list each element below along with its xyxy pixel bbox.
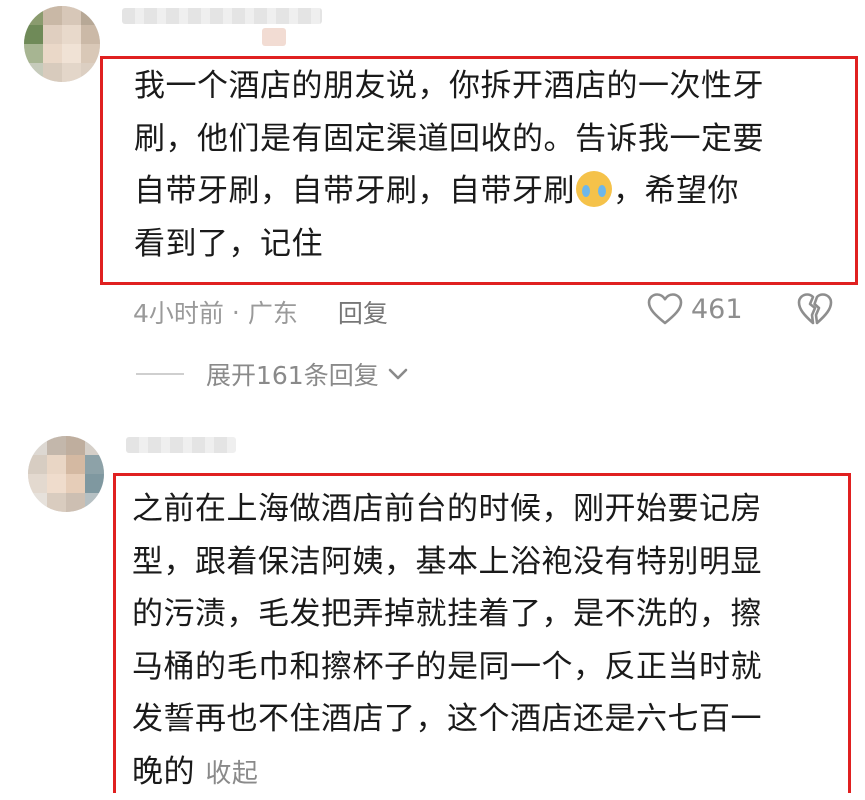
avatar[interactable] [28, 436, 104, 512]
comment-line: 看到了，记住 [134, 218, 849, 271]
expand-replies[interactable]: 展开161条回复 [136, 356, 409, 392]
comment-line: 晚的 收起 [132, 746, 847, 800]
crying-face-emoji-icon [576, 171, 612, 207]
like-button[interactable]: 461 [647, 292, 743, 326]
comment-text: 之前在上海做酒店前台的时候，刚开始要记房 型，跟着保洁阿姨，基本上浴袍没有特别明… [132, 483, 847, 800]
collapse-link[interactable]: 收起 [205, 759, 258, 789]
comment-line: 刷，他们是有固定渠道回收的。告诉我一定要 [134, 113, 849, 166]
reply-button[interactable]: 回复 [338, 294, 388, 330]
comment-meta: 4小时前 · 广东 回复 [133, 294, 388, 330]
broken-heart-icon [797, 292, 833, 326]
user-badge-blurred [262, 28, 286, 46]
chevron-down-icon [387, 367, 409, 381]
comment-line: 的污渍，毛发把弄掉就挂着了，是不洗的，擦 [132, 588, 847, 641]
location: 广东 [248, 294, 298, 330]
separator: · [232, 298, 240, 327]
comment-line: 型，跟着保洁阿姨，基本上浴袍没有特别明显 [132, 536, 847, 589]
username-blurred[interactable] [122, 8, 322, 24]
comment-line: 自带牙刷，自带牙刷，自带牙刷 ，希望你 [134, 165, 849, 218]
username-blurred[interactable] [126, 437, 236, 453]
comment-line: 之前在上海做酒店前台的时候，刚开始要记房 [132, 483, 847, 536]
like-count: 461 [691, 294, 743, 325]
divider-line [136, 373, 184, 375]
comment-line: 我一个酒店的朋友说，你拆开酒店的一次性牙 [134, 60, 849, 113]
heart-outline-icon [647, 292, 683, 326]
comment-line-part: 自带牙刷，自带牙刷，自带牙刷 [134, 173, 575, 209]
comment-line-part: ，希望你 [613, 173, 739, 209]
comment-line: 发誓再也不住酒店了，这个酒店还是六七百一 [132, 693, 847, 746]
timestamp: 4小时前 [133, 294, 224, 330]
avatar[interactable] [24, 6, 100, 82]
comment-text: 我一个酒店的朋友说，你拆开酒店的一次性牙 刷，他们是有固定渠道回收的。告诉我一定… [134, 60, 849, 270]
dislike-button[interactable] [797, 292, 833, 330]
comment-line-part: 晚的 [132, 754, 195, 790]
comment-line: 马桶的毛巾和擦杯子的是同一个，反正当时就 [132, 641, 847, 694]
expand-replies-label: 展开161条回复 [206, 356, 379, 392]
